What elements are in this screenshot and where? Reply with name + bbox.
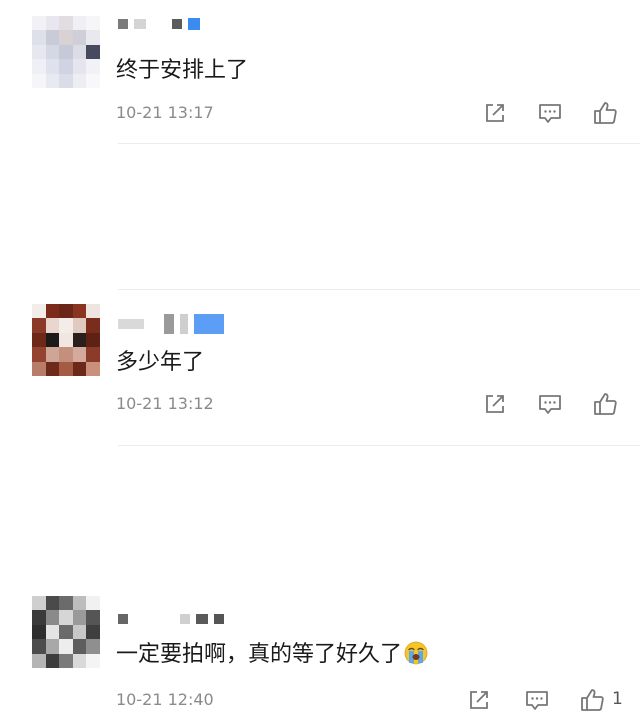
avatar[interactable]	[32, 596, 100, 668]
comment-text: 终于安排上了	[116, 58, 249, 83]
comment-text: 一定要拍啊，真的等了好久了	[116, 636, 428, 668]
reply-button[interactable]	[537, 100, 563, 126]
share-button[interactable]	[466, 687, 492, 713]
comment-icon	[526, 691, 548, 710]
comment-item: 终于安排上了 10-21 13:17	[0, 0, 640, 144]
comment-icon	[539, 104, 561, 123]
reply-button[interactable]	[524, 687, 550, 713]
comment-actions	[0, 100, 640, 126]
like-count: 1	[612, 689, 623, 709]
username-redacted[interactable]	[118, 18, 200, 30]
thumbs-up-icon	[581, 689, 604, 711]
avatar[interactable]	[32, 16, 100, 88]
username-redacted[interactable]	[118, 614, 224, 624]
thumbs-up-icon	[594, 102, 617, 124]
loudly-crying-face-emoji	[404, 641, 428, 665]
share-icon	[470, 691, 488, 709]
comment-actions: 1	[0, 687, 640, 713]
share-button[interactable]	[482, 100, 508, 126]
like-button[interactable]	[592, 100, 618, 126]
comment-item: 多少年了 10-21 13:12	[0, 144, 640, 415]
comment-item: 一定要拍啊，真的等了好久了 10-21 12:40 1	[0, 290, 640, 711]
share-icon	[486, 104, 504, 122]
like-button[interactable]	[579, 687, 605, 713]
